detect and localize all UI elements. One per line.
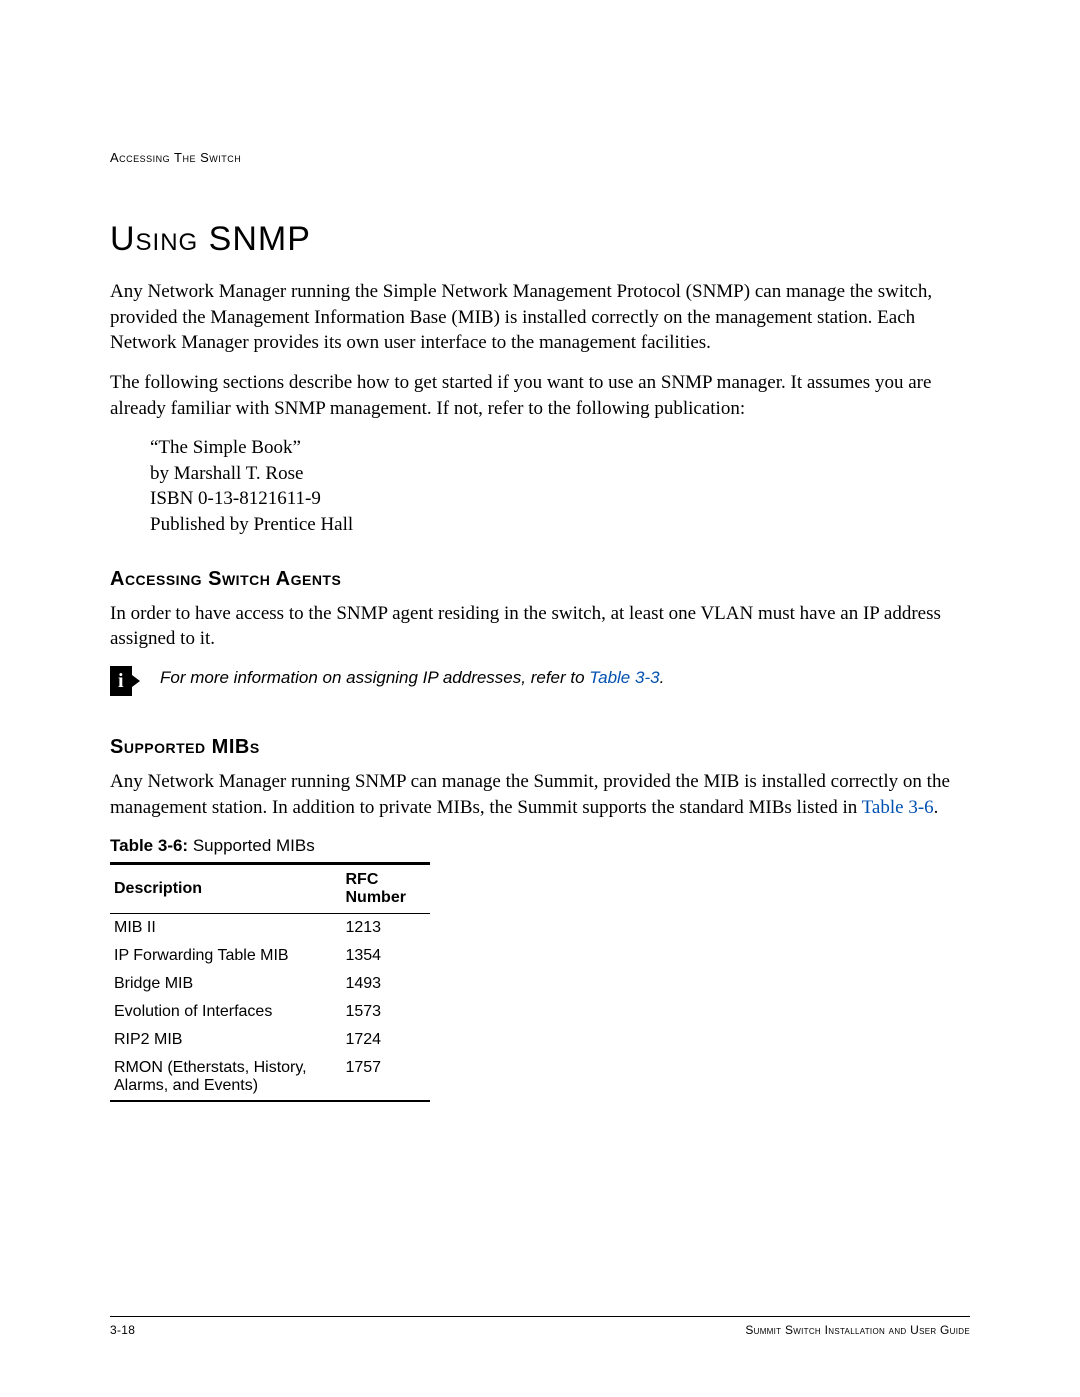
footer-page-number: 3-18 (110, 1323, 135, 1337)
citation-line: by Marshall T. Rose (150, 461, 970, 487)
table-row: RMON (Etherstats, History, Alarms, and E… (110, 1054, 430, 1101)
table-label: Table 3-6: (110, 836, 188, 855)
citation-block: “The Simple Book” by Marshall T. Rose IS… (150, 435, 970, 538)
citation-line: “The Simple Book” (150, 435, 970, 461)
citation-line: Published by Prentice Hall (150, 512, 970, 538)
note-suffix: . (660, 668, 665, 687)
cell-rfc: 1757 (341, 1054, 430, 1101)
mibs-para-suffix: . (934, 797, 939, 818)
note-callout: i For more information on assigning IP a… (110, 666, 970, 696)
table-row: MIB II 1213 (110, 914, 430, 943)
table-header-desc: Description (110, 864, 341, 914)
cell-rfc: 1354 (341, 942, 430, 970)
cell-desc: Evolution of Interfaces (110, 998, 341, 1026)
table-caption: Table 3-6: Supported MIBs (110, 836, 970, 856)
cell-rfc: 1493 (341, 970, 430, 998)
cell-desc: RIP2 MIB (110, 1026, 341, 1054)
table-row: Evolution of Interfaces 1573 (110, 998, 430, 1026)
cell-rfc: 1573 (341, 998, 430, 1026)
cell-desc: IP Forwarding Table MIB (110, 942, 341, 970)
page-title: Using SNMP (110, 220, 970, 259)
svg-text:i: i (118, 670, 124, 692)
body-paragraph: Any Network Manager running the Simple N… (110, 279, 970, 356)
table-row: IP Forwarding Table MIB 1354 (110, 942, 430, 970)
cell-rfc: 1213 (341, 914, 430, 943)
note-prefix: For more information on assigning IP add… (160, 668, 589, 687)
body-paragraph: In order to have access to the SNMP agen… (110, 601, 970, 652)
table-row: RIP2 MIB 1724 (110, 1026, 430, 1054)
cell-desc: MIB II (110, 914, 341, 943)
running-header: Accessing The Switch (110, 150, 970, 165)
citation-line: ISBN 0-13-8121611-9 (150, 486, 970, 512)
page-container: Accessing The Switch Using SNMP Any Netw… (0, 0, 1080, 1397)
note-link[interactable]: Table 3-3 (589, 668, 659, 687)
page-footer: 3-18 Summit Switch Installation and User… (110, 1316, 970, 1337)
cell-desc: Bridge MIB (110, 970, 341, 998)
cell-rfc: 1724 (341, 1026, 430, 1054)
mibs-para-prefix: Any Network Manager running SNMP can man… (110, 771, 950, 818)
mibs-table: Description RFC Number MIB II 1213 IP Fo… (110, 862, 430, 1102)
table-title: Supported MIBs (193, 836, 315, 855)
section-heading-agents: Accessing Switch Agents (110, 568, 970, 591)
footer-guide-title: Summit Switch Installation and User Guid… (745, 1323, 970, 1337)
table-row: Bridge MIB 1493 (110, 970, 430, 998)
mibs-para-link[interactable]: Table 3-6 (862, 797, 934, 818)
cell-desc: RMON (Etherstats, History, Alarms, and E… (110, 1054, 341, 1101)
body-paragraph: The following sections describe how to g… (110, 370, 970, 421)
note-text: For more information on assigning IP add… (160, 666, 664, 690)
body-paragraph: Any Network Manager running SNMP can man… (110, 769, 970, 820)
table-header-rfc: RFC Number (341, 864, 430, 914)
info-icon: i (110, 666, 140, 696)
section-heading-mibs: Supported MIBs (110, 736, 970, 759)
